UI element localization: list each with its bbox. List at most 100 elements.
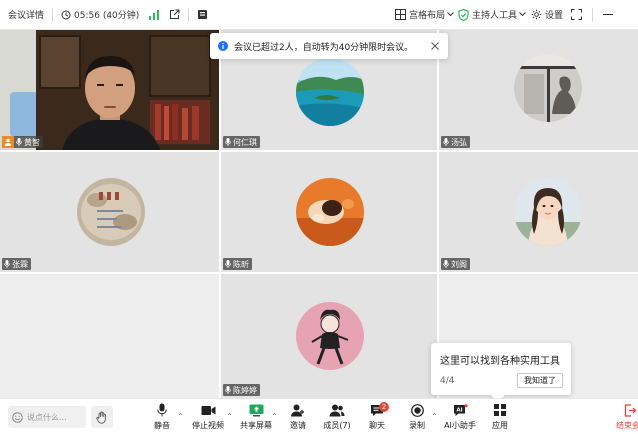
video-camera-icon — [201, 403, 216, 417]
record-icon — [410, 403, 424, 417]
stop-video-label: 停止视频 — [192, 421, 224, 430]
exit-icon — [624, 403, 636, 417]
end-meeting-label: 结束会 — [616, 421, 638, 430]
ai-assistant-label: AI小助手 — [444, 421, 476, 430]
record-button[interactable]: 录制 — [399, 403, 435, 433]
microphone-icon — [443, 260, 449, 268]
participant-nametag: 黄智 — [2, 136, 43, 148]
external-link-icon[interactable] — [169, 9, 180, 20]
video-tile[interactable]: 陈婷婷 — [221, 274, 437, 398]
participant-name: 张霖 — [12, 259, 28, 269]
chat-input[interactable]: 说点什么... — [8, 406, 86, 428]
divider — [592, 8, 593, 22]
participant-name: 陈婷婷 — [233, 385, 257, 395]
invite-label: 邀请 — [290, 421, 306, 430]
tools-tooltip: 这里可以找到各种实用工具 4/4 我知道了 — [431, 343, 571, 403]
participant-nametag: 陈昕 — [223, 258, 252, 270]
microphone-icon — [225, 260, 231, 268]
mute-label: 静音 — [154, 421, 170, 430]
signal-icon[interactable] — [149, 9, 160, 20]
hand-icon — [96, 411, 108, 424]
end-meeting-button[interactable]: 结束会 — [612, 403, 638, 433]
layout-label: 宫格布局 — [409, 11, 446, 21]
avatar — [296, 178, 364, 246]
chevron-down-icon — [447, 12, 454, 17]
close-icon[interactable] — [431, 42, 439, 50]
avatar — [514, 178, 582, 246]
chat-label: 聊天 — [369, 421, 385, 430]
share-screen-label: 共享屏幕 — [240, 421, 272, 430]
members-button[interactable]: 成员(7) — [319, 403, 355, 433]
chevron-down-icon — [519, 12, 526, 17]
participant-name: 何仁琪 — [233, 137, 257, 147]
chevron-up-icon[interactable]: ^ — [227, 413, 232, 420]
participant-nametag: 张霖 — [2, 258, 31, 270]
layout-button[interactable]: 宫格布局 — [395, 0, 454, 30]
participant-name: 汤弘 — [451, 137, 467, 147]
apps-button[interactable]: 应用 — [482, 403, 518, 433]
chevron-up-icon[interactable]: ^ — [178, 413, 183, 420]
avatar — [77, 178, 145, 246]
microphone-icon — [225, 386, 231, 394]
invite-button[interactable]: 邀请 — [280, 403, 316, 433]
minimize-icon[interactable] — [603, 14, 613, 16]
ai-assistant-icon: AI — [453, 403, 468, 417]
share-screen-icon — [249, 403, 264, 417]
host-badge-icon — [2, 136, 14, 148]
tooltip-page-indicator: 4/4 — [440, 376, 455, 386]
timer-text: 05:56 (40分钟) — [74, 11, 140, 21]
svg-text:AI: AI — [456, 407, 462, 413]
settings-button[interactable]: 设置 — [531, 0, 563, 30]
host-tools-button[interactable]: 主持人工具 — [458, 0, 526, 30]
participant-nametag: 陈婷婷 — [223, 384, 260, 396]
host-tools-label: 主持人工具 — [472, 11, 518, 21]
video-tile[interactable]: 刘阁 — [439, 152, 638, 272]
chat-unread-badge: 2 — [379, 402, 389, 412]
video-tile[interactable]: 张霖 — [0, 152, 219, 272]
info-icon — [218, 41, 228, 51]
meeting-details-button[interactable]: 会议详情 — [8, 0, 44, 30]
members-label: 成员(7) — [323, 421, 351, 430]
empty-tile — [0, 274, 219, 398]
bottom-toolbar: 说点什么... 静音 ^ 停止视频 ^ 共享屏幕 ^ 邀请 成员(7) 2 聊天… — [0, 398, 638, 434]
microphone-icon — [225, 138, 231, 146]
avatar — [514, 54, 582, 122]
video-tile[interactable]: 汤弘 — [439, 30, 638, 150]
microphone-icon — [4, 260, 10, 268]
mute-button[interactable]: 静音 — [144, 403, 180, 433]
camera-feed-image — [0, 30, 219, 150]
apps-label: 应用 — [492, 421, 508, 430]
chevron-up-icon[interactable]: ^ — [432, 413, 437, 420]
grid-icon — [395, 9, 406, 20]
ai-assistant-button[interactable]: AI AI小助手 — [442, 403, 478, 433]
add-user-icon — [291, 403, 305, 417]
participant-nametag: 汤弘 — [441, 136, 470, 148]
gear-icon — [531, 9, 542, 20]
avatar — [296, 302, 364, 370]
toast-message: 会议已超过2人，自动转为40分钟限时会议。 — [234, 42, 414, 53]
shield-icon — [458, 8, 469, 21]
video-tile[interactable]: 黄智 — [0, 30, 219, 150]
microphone-icon — [16, 138, 22, 146]
stop-video-button[interactable]: 停止视频 — [190, 403, 226, 433]
microphone-icon — [443, 138, 449, 146]
meeting-details-label: 会议详情 — [8, 11, 45, 21]
chat-button[interactable]: 2 聊天 — [359, 402, 395, 433]
participant-nametag: 何仁琪 — [223, 136, 260, 148]
fullscreen-icon[interactable] — [571, 9, 582, 20]
top-bar: 会议详情 05:56 (40分钟) 宫格布局 主持人工具 设置 — [0, 0, 638, 30]
emoji-icon[interactable] — [12, 411, 23, 423]
apps-grid-icon — [494, 403, 506, 417]
raise-hand-button[interactable] — [91, 406, 113, 428]
settings-label: 设置 — [545, 11, 564, 21]
chevron-up-icon[interactable]: ^ — [272, 413, 277, 420]
meeting-timer: 05:56 (40分钟) — [61, 0, 139, 30]
divider — [188, 7, 190, 22]
share-screen-button[interactable]: 共享屏幕 — [238, 403, 274, 433]
tooltip-title: 这里可以找到各种实用工具 — [440, 356, 560, 367]
clipboard-icon[interactable] — [197, 9, 208, 20]
got-it-button[interactable]: 我知道了 — [517, 373, 563, 388]
participant-name: 刘阁 — [451, 259, 467, 269]
avatar — [296, 58, 364, 126]
video-tile[interactable]: 陈昕 — [221, 152, 437, 272]
